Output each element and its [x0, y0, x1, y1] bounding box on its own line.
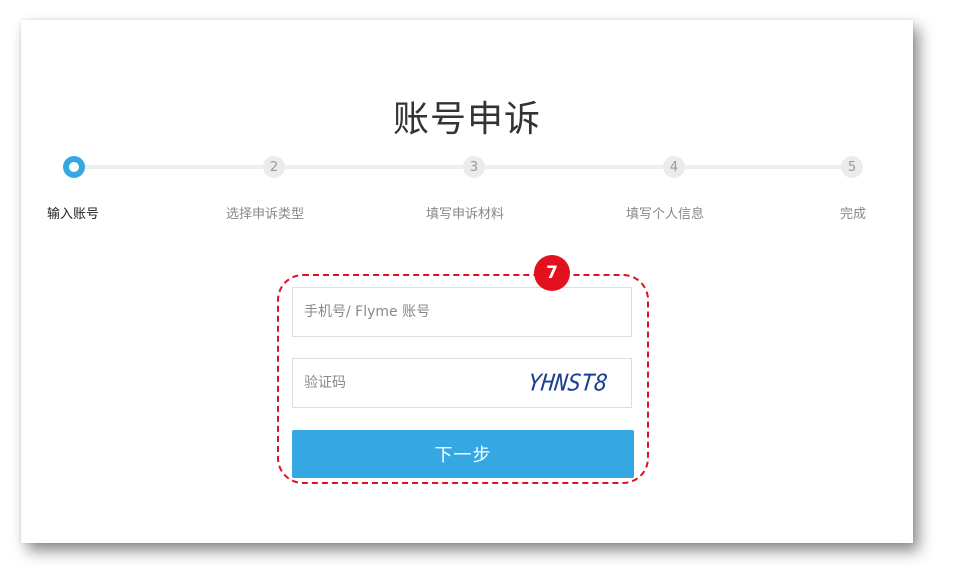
page-title: 账号申诉: [392, 99, 541, 140]
step-2-label: 选择申诉类型: [225, 207, 305, 222]
captcha-field: YHNST8: [292, 358, 632, 408]
step-1-active-indicator: [63, 156, 85, 178]
step-4-label: 填写个人信息: [625, 207, 705, 222]
step-5-label: 完成: [839, 207, 867, 222]
account-input[interactable]: [293, 288, 631, 336]
next-step-button[interactable]: 下一步: [292, 430, 634, 478]
step-3-indicator: 3: [463, 156, 485, 178]
step-4-indicator: 4: [663, 156, 685, 178]
step-5-indicator: 5: [841, 156, 863, 178]
appeal-card: 账号申诉 2 3 4 5 输入账号 选择申诉类型 填写申诉材料 填写个人信息 完…: [21, 20, 913, 543]
step-1-dot-icon: [69, 162, 79, 172]
step-3-label: 填写申诉材料: [425, 207, 505, 222]
account-field: [292, 287, 632, 337]
step-1-label: 输入账号: [46, 207, 100, 222]
captcha-image[interactable]: YHNST8: [526, 370, 608, 396]
annotation-number-badge: 7: [534, 255, 570, 291]
step-2-indicator: 2: [263, 156, 285, 178]
